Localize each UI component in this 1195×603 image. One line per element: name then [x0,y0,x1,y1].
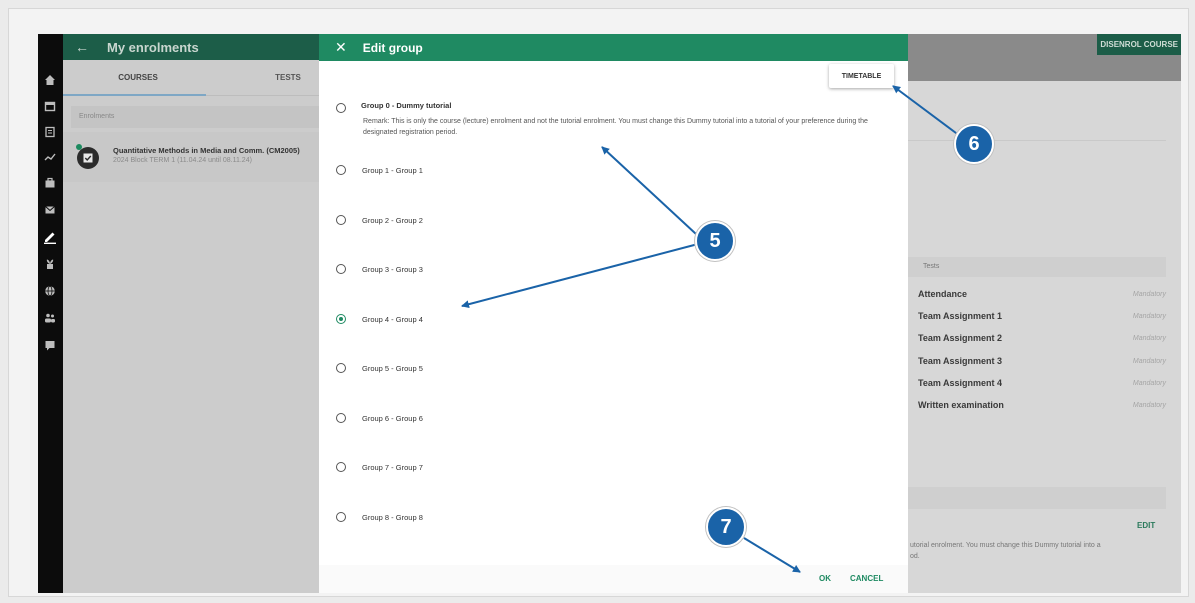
nav-rail [38,34,63,593]
test-name: Team Assignment 2 [918,333,1003,343]
dialog-title: Edit group [362,40,423,55]
briefcase-icon[interactable] [42,175,58,191]
test-name: Written examination [918,400,1004,410]
annotation-badge-5: 5 [695,221,735,261]
enrolments-tabs: COURSES TESTS [63,60,363,96]
course-dates: 2024 Block TERM 1 (11.04.24 until 08.11.… [113,157,252,164]
group-label: Group 7 - Group 7 [362,462,423,472]
group-label: Group 4 - Group 4 [362,314,423,324]
test-name: Team Assignment 3 [918,356,1003,366]
annotation-badge-7: 7 [706,507,746,547]
test-row: Attendance Mandatory [918,284,1166,304]
close-icon[interactable]: ✕ [335,39,347,56]
dialog-header: ✕ Edit group [319,34,908,61]
radio-button[interactable] [336,413,346,423]
trend-icon[interactable] [42,149,58,165]
group-label: Group 8 - Group 8 [362,512,423,522]
home-icon[interactable] [42,72,58,88]
group-label: Group 0 - Dummy tutorial [361,100,452,110]
edit-group-button[interactable]: EDIT [1137,521,1155,530]
status-dot [76,144,82,150]
active-tab-indicator [63,94,206,96]
group-option-2[interactable]: Group 2 - Group 2 [336,212,423,228]
groups-section-bar [908,487,1166,509]
app-screen: ← My enrolments COURSES TESTS Enrolments… [38,34,1181,593]
course-name: Quantitative Methods in Media and Comm. … [113,146,300,155]
test-name: Team Assignment 1 [918,311,1003,321]
people-icon[interactable] [42,310,58,326]
tab-courses[interactable]: COURSES [63,73,213,82]
group-label: Group 5 - Group 5 [362,363,423,373]
group-label: Group 2 - Group 2 [362,215,423,225]
course-avatar [77,147,99,169]
radio-button[interactable] [336,165,346,175]
group-option-4[interactable]: Group 4 - Group 4 [336,311,423,327]
check-box-icon [83,153,93,163]
group-option-8[interactable]: Group 8 - Group 8 [336,509,423,525]
course-list-item[interactable]: Quantitative Methods in Media and Comm. … [63,132,363,182]
test-row: Team Assignment 3 Mandatory [918,351,1166,371]
dialog-footer: OK CANCEL [319,565,908,593]
calendar-icon[interactable] [42,98,58,114]
cancel-button[interactable]: CANCEL [850,574,883,583]
annotation-badge-6: 6 [954,124,994,164]
radio-button[interactable] [336,512,346,522]
group-option-7[interactable]: Group 7 - Group 7 [336,459,423,475]
radio-button[interactable] [336,215,346,225]
test-row: Team Assignment 4 Mandatory [918,373,1166,393]
test-name: Team Assignment 4 [918,378,1003,388]
radio-button[interactable] [336,363,346,373]
test-status: Mandatory [1132,357,1166,365]
enrolments-header: ← My enrolments [63,34,363,60]
radio-button[interactable] [336,264,346,274]
screenshot-frame: ← My enrolments COURSES TESTS Enrolments… [8,8,1189,597]
remark-text: utorial enrolment. You must change this … [910,540,1160,562]
test-row: Team Assignment 1 Mandatory [918,306,1166,326]
edit-icon[interactable] [42,229,58,245]
course-detail-panel: DISENROL COURSE Tests Attendance Mandato… [908,34,1181,593]
group-option-1[interactable]: Group 1 - Group 1 [336,162,423,178]
chat-icon[interactable] [42,337,58,353]
test-status: Mandatory [1132,312,1166,320]
test-row: Team Assignment 2 Mandatory [918,328,1166,348]
test-name: Attendance [918,289,968,299]
timetable-button[interactable]: TIMETABLE [829,64,894,88]
dummy-tutorial-remark: Remark: This is only the course (lecture… [363,118,868,136]
divider [908,140,1166,141]
enrolments-panel: ← My enrolments COURSES TESTS Enrolments… [63,34,363,593]
tests-header: Tests [908,257,1166,277]
group-label: Group 1 - Group 1 [362,165,423,175]
test-status: Mandatory [1132,379,1166,387]
back-arrow-icon[interactable]: ← [75,39,89,55]
radio-button[interactable] [336,103,346,113]
radio-button-selected[interactable] [336,314,346,324]
test-row: Written examination Mandatory [918,395,1166,415]
test-status: Mandatory [1132,401,1166,409]
group-option-3[interactable]: Group 3 - Group 3 [336,261,423,277]
group-option-5[interactable]: Group 5 - Group 5 [336,360,423,376]
enrolments-title: My enrolments [107,39,199,55]
radio-button[interactable] [336,462,346,472]
test-status: Mandatory [1132,334,1166,342]
group-label: Group 6 - Group 6 [362,413,423,423]
group-option-0[interactable]: Group 0 - Dummy tutorial [336,100,451,116]
detail-header: DISENROL COURSE [908,34,1181,81]
enrolments-section-label: Enrolments [71,106,355,128]
globe-icon[interactable] [42,283,58,299]
remark-line-2: od. [910,553,920,560]
remark-line-1: utorial enrolment. You must change this … [910,542,1101,549]
ok-button[interactable]: OK [819,574,831,583]
test-status: Mandatory [1132,290,1166,298]
edit-group-dialog: ✕ Edit group TIMETABLE Group 0 - Dummy t… [319,34,908,593]
plant-icon[interactable] [42,256,58,272]
group-label: Group 3 - Group 3 [362,264,423,274]
mail-icon[interactable] [42,202,58,218]
group-option-6[interactable]: Group 6 - Group 6 [336,410,423,426]
disenrol-course-button[interactable]: DISENROL COURSE [1097,34,1181,55]
list-icon[interactable] [42,124,58,140]
